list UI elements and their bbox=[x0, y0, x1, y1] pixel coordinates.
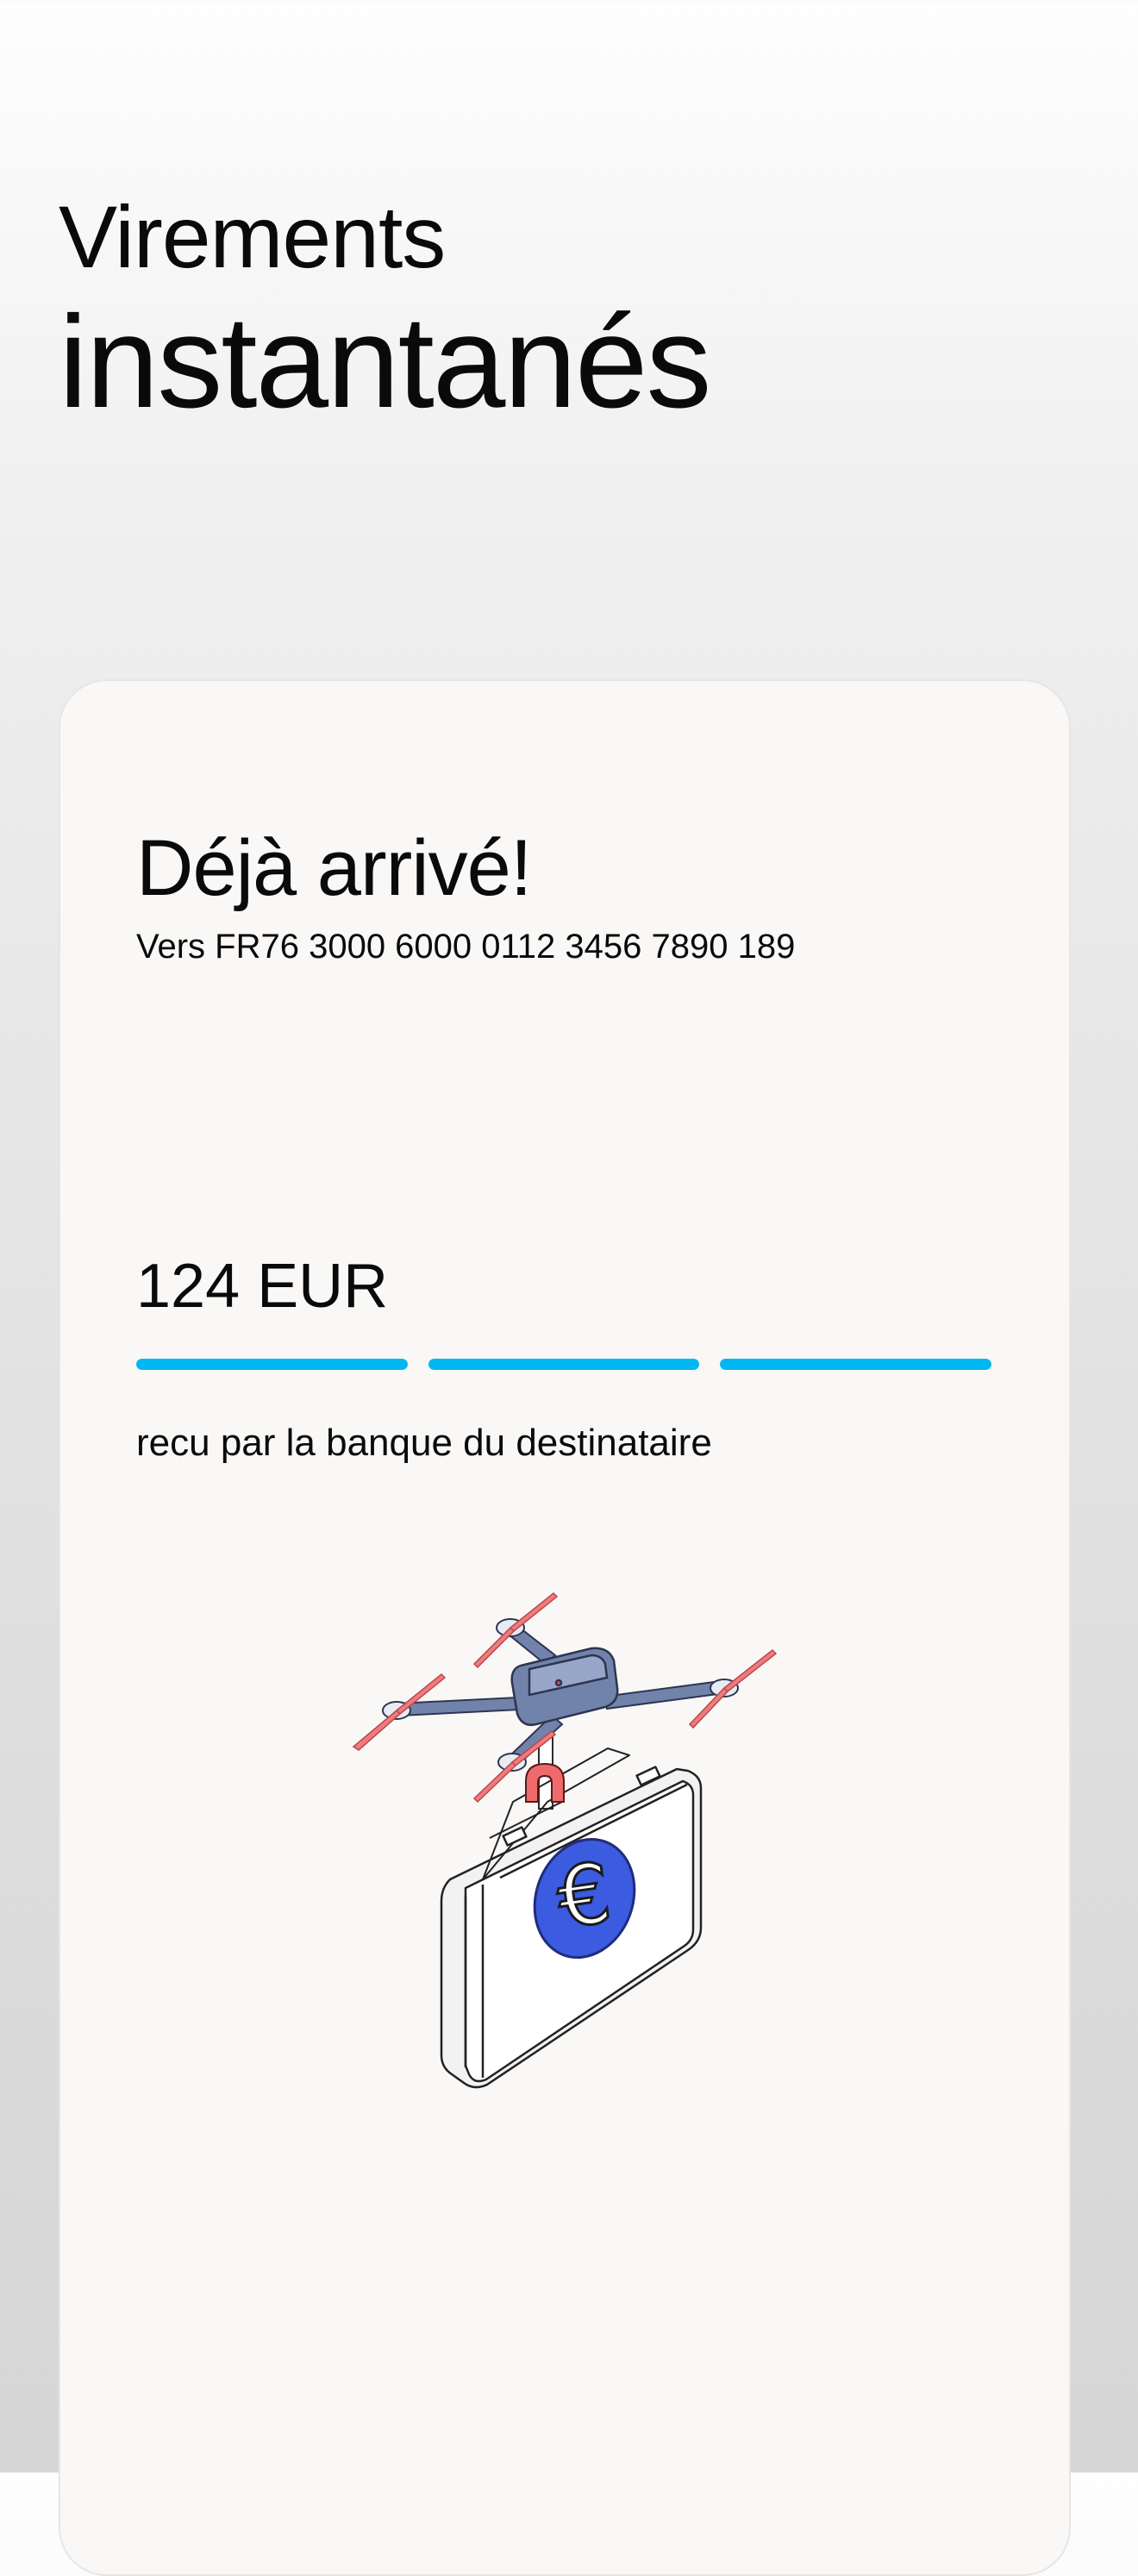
recipient-iban: Vers FR76 3000 6000 0112 3456 7890 189 bbox=[136, 928, 796, 966]
drone-delivering-euro-briefcase-icon: € bbox=[352, 1591, 778, 2089]
transfer-status-title: Déjà arrivé! bbox=[136, 824, 532, 912]
progress-step-fill bbox=[136, 1359, 408, 1370]
drone-body bbox=[510, 1647, 619, 1726]
page-title: Virements instantanés bbox=[59, 181, 711, 435]
progress-step-1 bbox=[136, 1359, 408, 1370]
progress-step-fill bbox=[428, 1359, 700, 1370]
page-title-line1: Virements bbox=[59, 188, 446, 286]
transfer-progress-bar bbox=[136, 1359, 992, 1371]
transfer-status-text: recu par la banque du destinataire bbox=[136, 1422, 712, 1464]
progress-step-fill bbox=[720, 1359, 992, 1370]
progress-step-3 bbox=[720, 1359, 992, 1370]
transfer-status-card: Déjà arrivé! Vers FR76 3000 6000 0112 34… bbox=[59, 679, 1071, 2576]
page-title-line2: instantanés bbox=[59, 289, 711, 435]
transfer-amount: 124 EUR bbox=[136, 1252, 389, 1321]
progress-step-2 bbox=[428, 1359, 700, 1370]
